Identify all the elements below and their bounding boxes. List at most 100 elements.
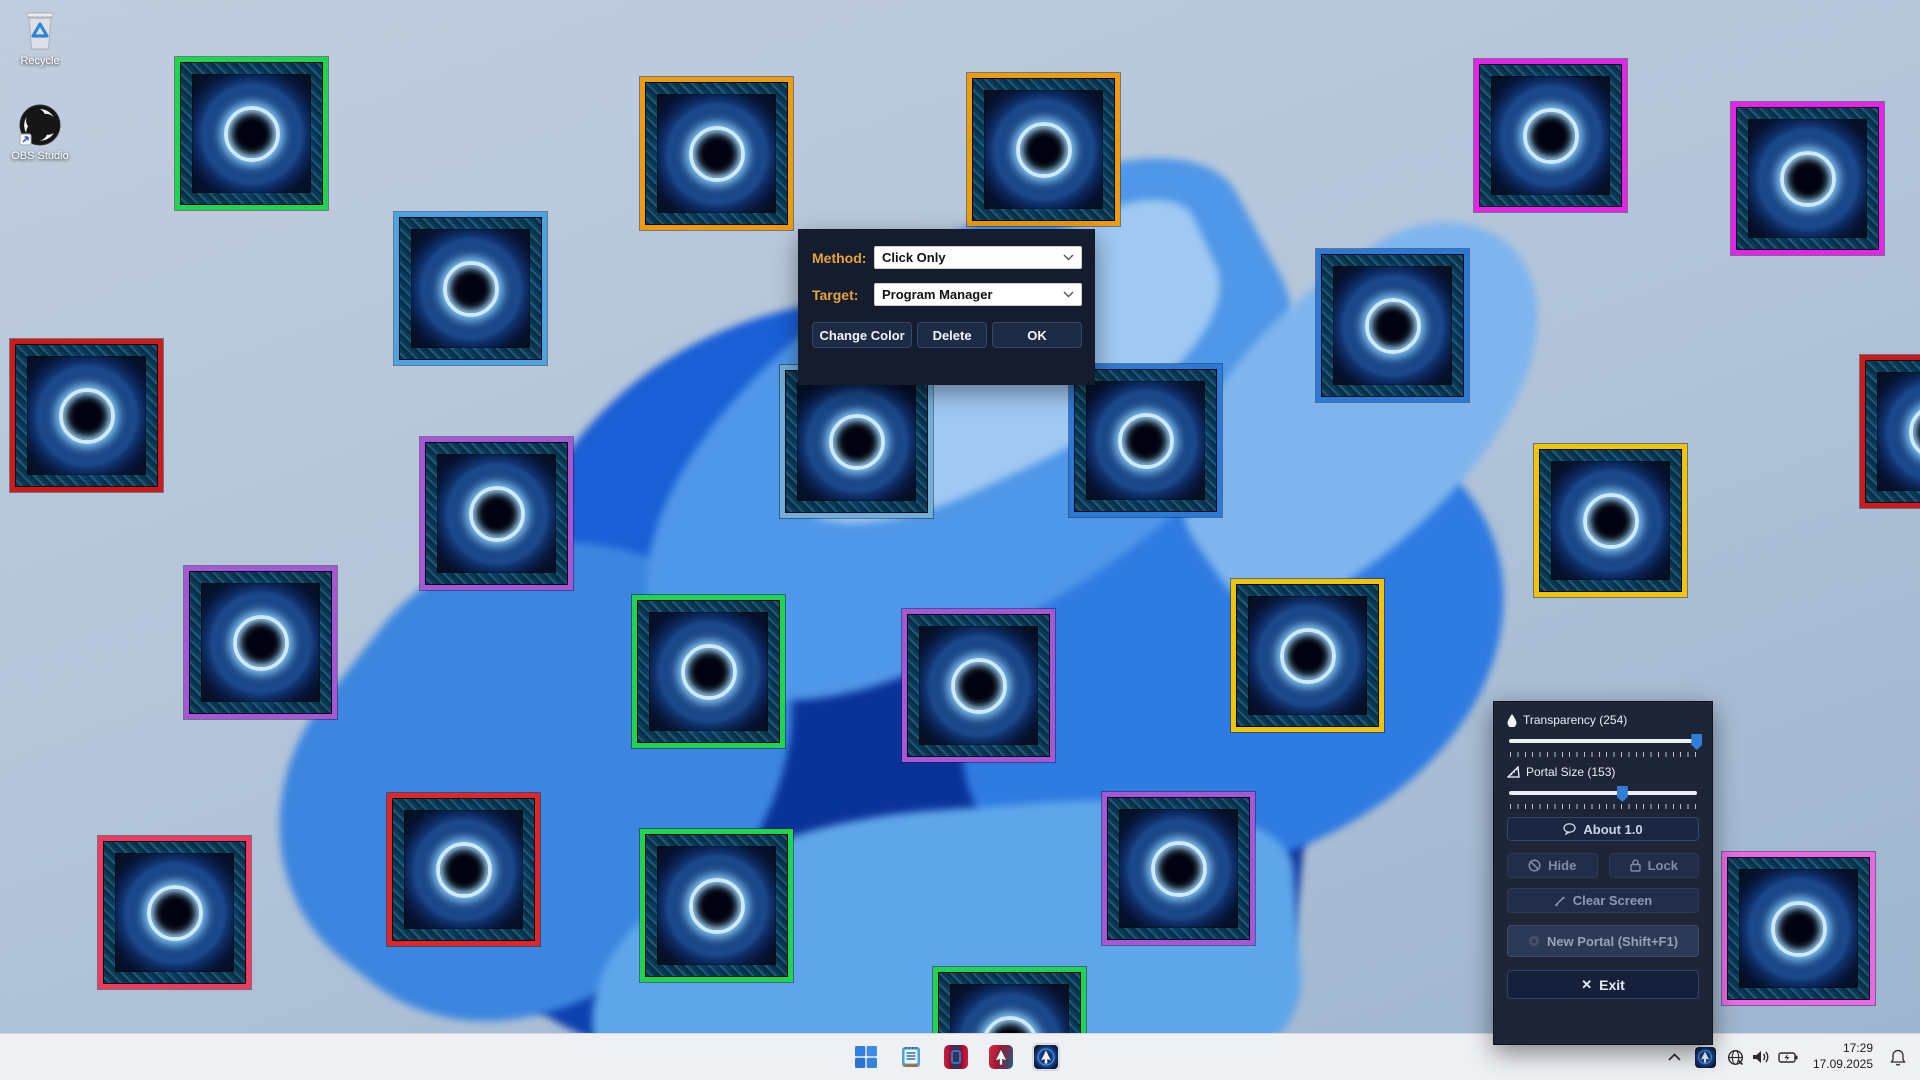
portal[interactable] [98, 836, 251, 989]
portal-dot-icon [1528, 935, 1540, 947]
taskbar-center [852, 1034, 1060, 1080]
desktop-icon-obs-studio[interactable]: OBS Studio [1, 103, 79, 162]
portal-ring [147, 885, 203, 941]
target-dropdown[interactable]: Program Manager [874, 283, 1082, 306]
tray-clock[interactable]: 17:29 17.09.2025 [1813, 1041, 1873, 1072]
speech-bubble-icon [1563, 823, 1576, 835]
taskbar-app-portal-doc[interactable] [942, 1043, 970, 1071]
slider-track [1509, 791, 1697, 795]
portal[interactable] [640, 77, 793, 230]
hide-button[interactable]: Hide [1507, 853, 1598, 878]
portal[interactable] [387, 793, 540, 946]
slider-ticks [1510, 804, 1696, 809]
slider-ticks [1510, 752, 1696, 757]
portal[interactable] [902, 609, 1055, 762]
notifications-button[interactable] [1886, 1043, 1910, 1071]
portal[interactable] [780, 365, 933, 518]
start-button[interactable] [852, 1043, 880, 1071]
portal-ring [436, 842, 492, 898]
battery-icon [1778, 1051, 1798, 1064]
target-label: Target: [812, 287, 874, 303]
clear-screen-label: Clear Screen [1573, 893, 1653, 908]
clear-screen-button[interactable]: Clear Screen [1507, 888, 1699, 913]
portal[interactable] [175, 57, 328, 210]
portal[interactable] [1731, 102, 1884, 255]
portal-ring [1118, 413, 1174, 469]
portal[interactable] [1069, 364, 1222, 517]
chevron-down-icon [1063, 291, 1074, 298]
portal-ring [233, 615, 289, 671]
portal[interactable] [632, 595, 785, 748]
portal-size-label-row: Portal Size (153) [1507, 765, 1699, 779]
network-offline-icon [1727, 1049, 1744, 1066]
taskbar-app-portal[interactable] [1032, 1043, 1060, 1071]
portal[interactable] [420, 437, 573, 590]
portal-ring [1151, 841, 1207, 897]
lock-label: Lock [1648, 858, 1678, 873]
portal[interactable] [967, 73, 1120, 226]
ruler-icon [1507, 766, 1520, 778]
transparency-slider[interactable] [1509, 734, 1697, 756]
notepad-icon [900, 1045, 922, 1069]
portal[interactable] [394, 212, 547, 365]
slider-thumb[interactable] [1691, 734, 1702, 750]
portal[interactable] [1534, 444, 1687, 597]
portal-ring [1016, 122, 1072, 178]
clock-time: 17:29 [1843, 1041, 1873, 1057]
portal-tray-icon[interactable] [1695, 1047, 1716, 1068]
about-label: About 1.0 [1583, 822, 1642, 837]
ok-button[interactable]: OK [992, 322, 1082, 348]
about-button[interactable]: About 1.0 [1507, 817, 1699, 841]
portal[interactable] [1231, 579, 1384, 732]
method-value: Click Only [882, 250, 946, 265]
chevron-down-icon [1063, 254, 1074, 261]
portal[interactable] [1316, 249, 1469, 402]
exit-label: Exit [1599, 977, 1625, 993]
desktop-icon-recycle-bin[interactable]: Recycle [1, 8, 79, 67]
taskbar-app-cursor[interactable] [987, 1043, 1015, 1071]
dialog-buttons: Change Color Delete OK [812, 322, 1082, 348]
portal-ring [443, 261, 499, 317]
hide-label: Hide [1548, 858, 1576, 873]
hide-slash-circle-icon [1528, 859, 1541, 872]
taskbar-app-notepad[interactable] [897, 1043, 925, 1071]
portal-ring [59, 388, 115, 444]
portal[interactable] [1474, 59, 1627, 212]
portal[interactable] [10, 339, 163, 492]
hidden-icons-chevron[interactable] [1664, 1043, 1686, 1071]
portal-size-label: Portal Size (153) [1526, 765, 1615, 779]
portal-ring [1771, 901, 1827, 957]
portal-ring [689, 126, 745, 182]
portal-ring [681, 644, 737, 700]
portal-control-panel: Transparency (254) Portal Size (153) Abo… [1493, 701, 1713, 1045]
portal-app-icon [1034, 1045, 1058, 1069]
portal[interactable] [184, 566, 337, 719]
desktop-icon-label: OBS Studio [11, 150, 68, 162]
slider-thumb[interactable] [1617, 786, 1628, 802]
chevron-up-icon [1668, 1053, 1681, 1061]
portal[interactable] [1102, 792, 1255, 945]
bell-icon [1890, 1049, 1906, 1066]
portal-ring [1780, 151, 1836, 207]
portal-ring [951, 658, 1007, 714]
exit-button[interactable]: ✕ Exit [1507, 970, 1699, 999]
portal-size-slider[interactable] [1509, 786, 1697, 808]
lock-icon [1630, 859, 1641, 872]
new-portal-button[interactable]: New Portal (Shift+F1) [1507, 925, 1699, 957]
windows-logo-icon [855, 1046, 877, 1068]
portal[interactable] [1722, 852, 1875, 1005]
target-value: Program Manager [882, 287, 993, 302]
portal[interactable] [640, 829, 793, 982]
method-dropdown[interactable]: Click Only [874, 246, 1082, 269]
delete-button[interactable]: Delete [917, 322, 987, 348]
close-x-icon: ✕ [1581, 977, 1592, 993]
volume-icon [1752, 1049, 1770, 1065]
portal[interactable] [1860, 355, 1920, 508]
hide-lock-row: Hide Lock [1507, 853, 1699, 878]
change-color-button[interactable]: Change Color [812, 322, 912, 348]
cursor-arrow-icon [1040, 1050, 1053, 1065]
cursor-app-icon [989, 1045, 1013, 1069]
tray-icon-group[interactable] [1725, 1049, 1800, 1066]
lock-button[interactable]: Lock [1609, 853, 1700, 878]
transparency-label-row: Transparency (254) [1507, 713, 1699, 727]
